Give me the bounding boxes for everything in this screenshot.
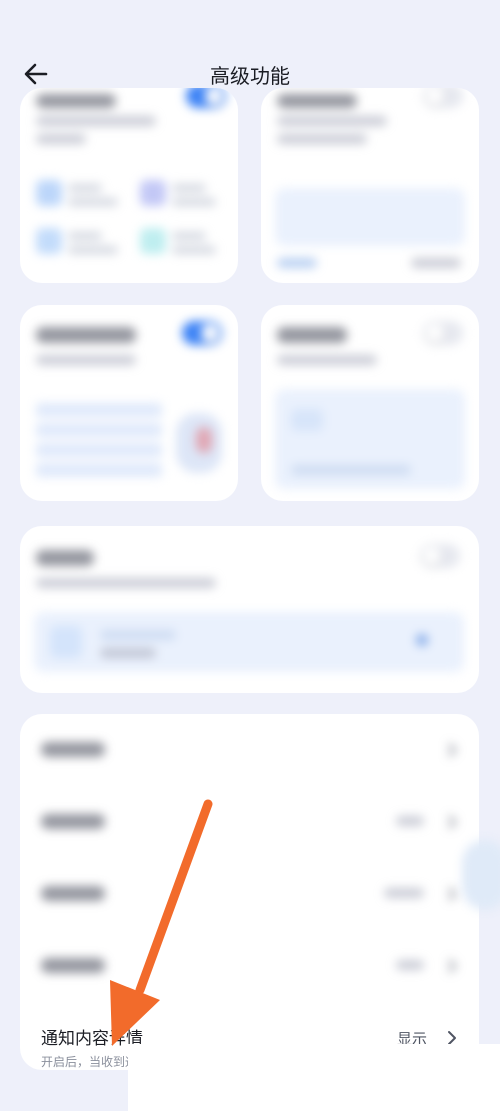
list-row-blurred-2[interactable] [20, 786, 479, 858]
settings-list-card: 通知内容详情 开启后，当收到通知提醒时，将不会显示具体内容 显示 [20, 714, 479, 1070]
app-root: 高级功能 通知内容详情 显示 [0, 0, 500, 1111]
blurred-content [20, 526, 479, 693]
blurred-content [20, 786, 479, 858]
feature-card-smart-assistant[interactable] [20, 305, 238, 501]
status-bar-toggle[interactable] [420, 544, 460, 568]
list-row-blurred-4[interactable] [20, 930, 479, 1002]
blurred-content [20, 930, 479, 1002]
blurred-content [261, 88, 479, 283]
feature-card-top-left[interactable] [20, 88, 238, 283]
blurred-content [20, 305, 238, 501]
blurred-content [20, 714, 479, 786]
list-row-blurred-1[interactable] [20, 714, 479, 786]
floating-mascot[interactable] [462, 840, 500, 910]
blurred-content [261, 305, 479, 501]
blurred-content [20, 88, 238, 283]
feature-card-status-bar[interactable] [20, 526, 479, 693]
smart-assistant-toggle[interactable] [182, 321, 222, 345]
list-row-blurred-3[interactable] [20, 858, 479, 930]
feature-toggle[interactable] [423, 88, 463, 108]
bottom-panel [128, 1044, 500, 1111]
feature-toggle[interactable] [186, 88, 226, 108]
daily-quote-toggle[interactable] [423, 321, 463, 345]
feature-card-daily-quote[interactable] [261, 305, 479, 501]
page-title: 高级功能 [210, 64, 290, 88]
feature-card-top-right[interactable] [261, 88, 479, 283]
blurred-content [20, 858, 479, 930]
